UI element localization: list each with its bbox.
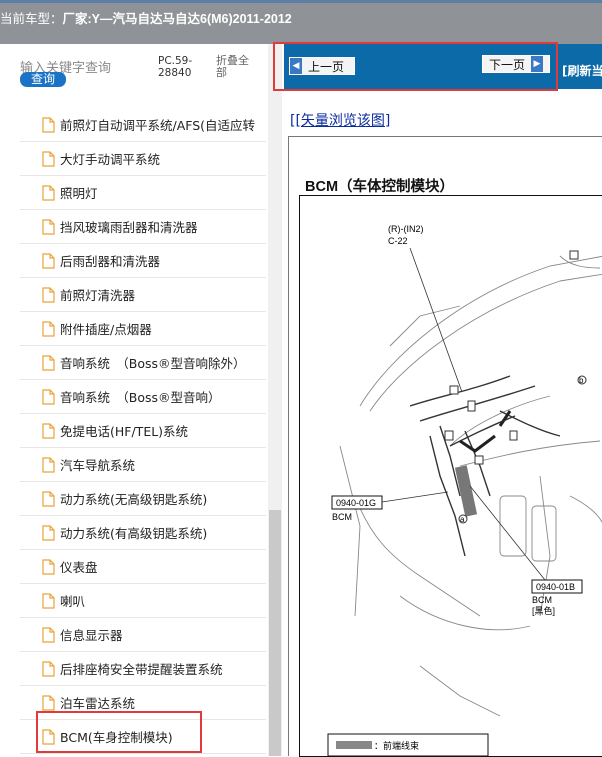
tree-item-label: 喇叭 — [60, 594, 86, 609]
tree-item-label: 前照灯清洗器 — [60, 288, 136, 303]
document-icon — [42, 218, 55, 235]
document-icon — [42, 660, 55, 677]
callout-c22-line2: C-22 — [388, 236, 408, 246]
document-icon — [42, 252, 55, 269]
callout-bcm1-leader — [381, 491, 449, 503]
document-page: BCM（车体控制模块） b a (R)-(IN2) C-22 0940-01G … — [288, 136, 602, 757]
document-pane: ◀ 上一页 下一页 ▶ [刷新当 [[矢量浏览该图] BCM（车体控制模块） b… — [284, 44, 602, 757]
tree-item-label: 信息显示器 — [60, 628, 123, 643]
refresh-link[interactable]: [刷新当 — [562, 62, 602, 79]
document-icon — [42, 286, 55, 303]
tree-item[interactable]: 挡风玻璃雨刮器和清洗器 — [20, 210, 266, 244]
harness-thick — [459, 410, 512, 453]
callout-c22-line1: (R)-(IN2) — [388, 224, 424, 234]
tree-item[interactable]: 附件插座/点烟器 — [20, 312, 266, 346]
document-icon — [42, 116, 55, 133]
tree-item[interactable]: 音响系统 （Boss®型音响除外） — [20, 346, 266, 380]
vehicle-title: 当前车型：厂家:Y—汽马自达马自达6(M6)2011-2012 — [0, 8, 292, 27]
tree-item-label: 动力系统(有高级钥匙系统) — [60, 526, 208, 541]
search-box: 输入关键字查询 查询 PC.59-28840 折叠全部 — [0, 44, 270, 92]
front-harness — [409, 375, 561, 557]
scrollbar-thumb[interactable] — [269, 510, 281, 756]
tree-item[interactable]: 仪表盘 — [20, 550, 266, 584]
tree-item[interactable]: 大灯手动调平系统 — [20, 142, 266, 176]
document-icon — [42, 592, 55, 609]
topic-tree: 前照灯自动调平系统/AFS(自适应转 大灯手动调平系统 照明灯挡风玻璃雨刮器和清洗器… — [0, 108, 270, 754]
query-button[interactable]: 查询 — [20, 72, 66, 87]
current-vehicle-label: 当前车型： — [0, 12, 63, 26]
tree-item[interactable]: 前照灯自动调平系统/AFS(自适应转 — [20, 108, 266, 142]
tree-item-label: 后排座椅安全带提醒装置系统 — [60, 662, 223, 677]
tree-item[interactable]: 信息显示器 — [20, 618, 266, 652]
document-icon — [42, 184, 55, 201]
tree-item[interactable]: 音响系统 （Boss®型音响） — [20, 380, 266, 414]
manual-code: PC.59-28840 — [158, 55, 193, 79]
tree-item-label: 后雨刮器和清洗器 — [60, 254, 161, 269]
tree-item[interactable]: 动力系统(有高级钥匙系统) — [20, 516, 266, 550]
document-icon — [42, 490, 55, 507]
document-icon — [42, 320, 55, 337]
document-icon — [42, 388, 55, 405]
tree-item[interactable]: 后排座椅安全带提醒装置系统 — [20, 652, 266, 686]
tree-item-label: 动力系统(无高级钥匙系统) — [60, 492, 208, 507]
wiring-figure: b a (R)-(IN2) C-22 0940-01G BCM 0940-01B… — [299, 195, 602, 757]
tree-item[interactable]: 汽车导航系统 — [20, 448, 266, 482]
tree-item[interactable]: 照明灯 — [20, 176, 266, 210]
tree-item[interactable]: 前照灯清洗器 — [20, 278, 266, 312]
tree-item[interactable]: 动力系统(无高级钥匙系统) — [20, 482, 266, 516]
document-icon — [42, 422, 55, 439]
callout-bcm2-code: 0940-01B — [536, 582, 575, 592]
document-icon — [42, 558, 55, 575]
marker-a-text: a — [460, 515, 465, 524]
document-icon — [42, 354, 55, 371]
callout-bcm1-label: BCM — [332, 512, 352, 522]
document-icon — [42, 456, 55, 473]
tree-item-label: 附件插座/点烟器 — [60, 322, 152, 337]
callout-bcm2-sub: [黑色] — [532, 605, 555, 616]
tree-item-label: 挡风玻璃雨刮器和清洗器 — [60, 220, 198, 235]
selected-item-highlight — [36, 711, 202, 753]
tree-item[interactable]: 后雨刮器和清洗器 — [20, 244, 266, 278]
tree-item-label: 仪表盘 — [60, 560, 98, 575]
tree-item-label: 大灯手动调平系统 — [60, 152, 161, 167]
document-icon — [42, 694, 55, 711]
document-title: BCM（车体控制模块） — [305, 179, 455, 195]
nav-highlight — [273, 42, 558, 91]
tree-item-label: 汽车导航系统 — [60, 458, 136, 473]
document-icon — [42, 150, 55, 167]
callout-bcm1-code: 0940-01G — [336, 498, 376, 508]
tree-item-label: 音响系统 （Boss®型音响） — [60, 390, 221, 405]
callout-bcm2-leader — [469, 485, 546, 581]
document-icon — [42, 524, 55, 541]
tree-item[interactable]: 免提电话(HF/TEL)系统 — [20, 414, 266, 448]
legend-text: ：前端线束 — [374, 740, 419, 752]
legend-swatch — [336, 741, 372, 749]
left-panel: 输入关键字查询 查询 PC.59-28840 折叠全部 前照灯自动调平系统/AF… — [0, 44, 270, 756]
tree-item-label: 免提电话(HF/TEL)系统 — [60, 424, 189, 439]
vehicle-name: 厂家:Y—汽马自达马自达6(M6)2011-2012 — [62, 12, 292, 26]
tree-item[interactable]: 喇叭 — [20, 584, 266, 618]
marker-b-text: b — [579, 376, 584, 385]
tree-item-label: 照明灯 — [60, 186, 98, 201]
callout-c22-leader — [409, 247, 463, 393]
vector-view-link-text: [矢量浏览该图] — [295, 113, 391, 129]
document-icon — [42, 626, 55, 643]
tree-item-label: 泊车雷达系统 — [60, 696, 136, 711]
vector-view-link[interactable]: [[矢量浏览该图] — [290, 110, 390, 130]
tree-item-label: 音响系统 （Boss®型音响除外） — [60, 356, 246, 371]
tree-item-label: 前照灯自动调平系统/AFS(自适应转 — [60, 118, 256, 133]
top-bar: 当前车型：厂家:Y—汽马自达马自达6(M6)2011-2012 — [0, 0, 602, 44]
callout-bcm2-label: BCM — [532, 595, 552, 605]
fold-all-link[interactable]: 折叠全部 — [216, 55, 256, 79]
bcm-location-drawing: b a (R)-(IN2) C-22 0940-01G BCM 0940-01B… — [327, 224, 602, 756]
